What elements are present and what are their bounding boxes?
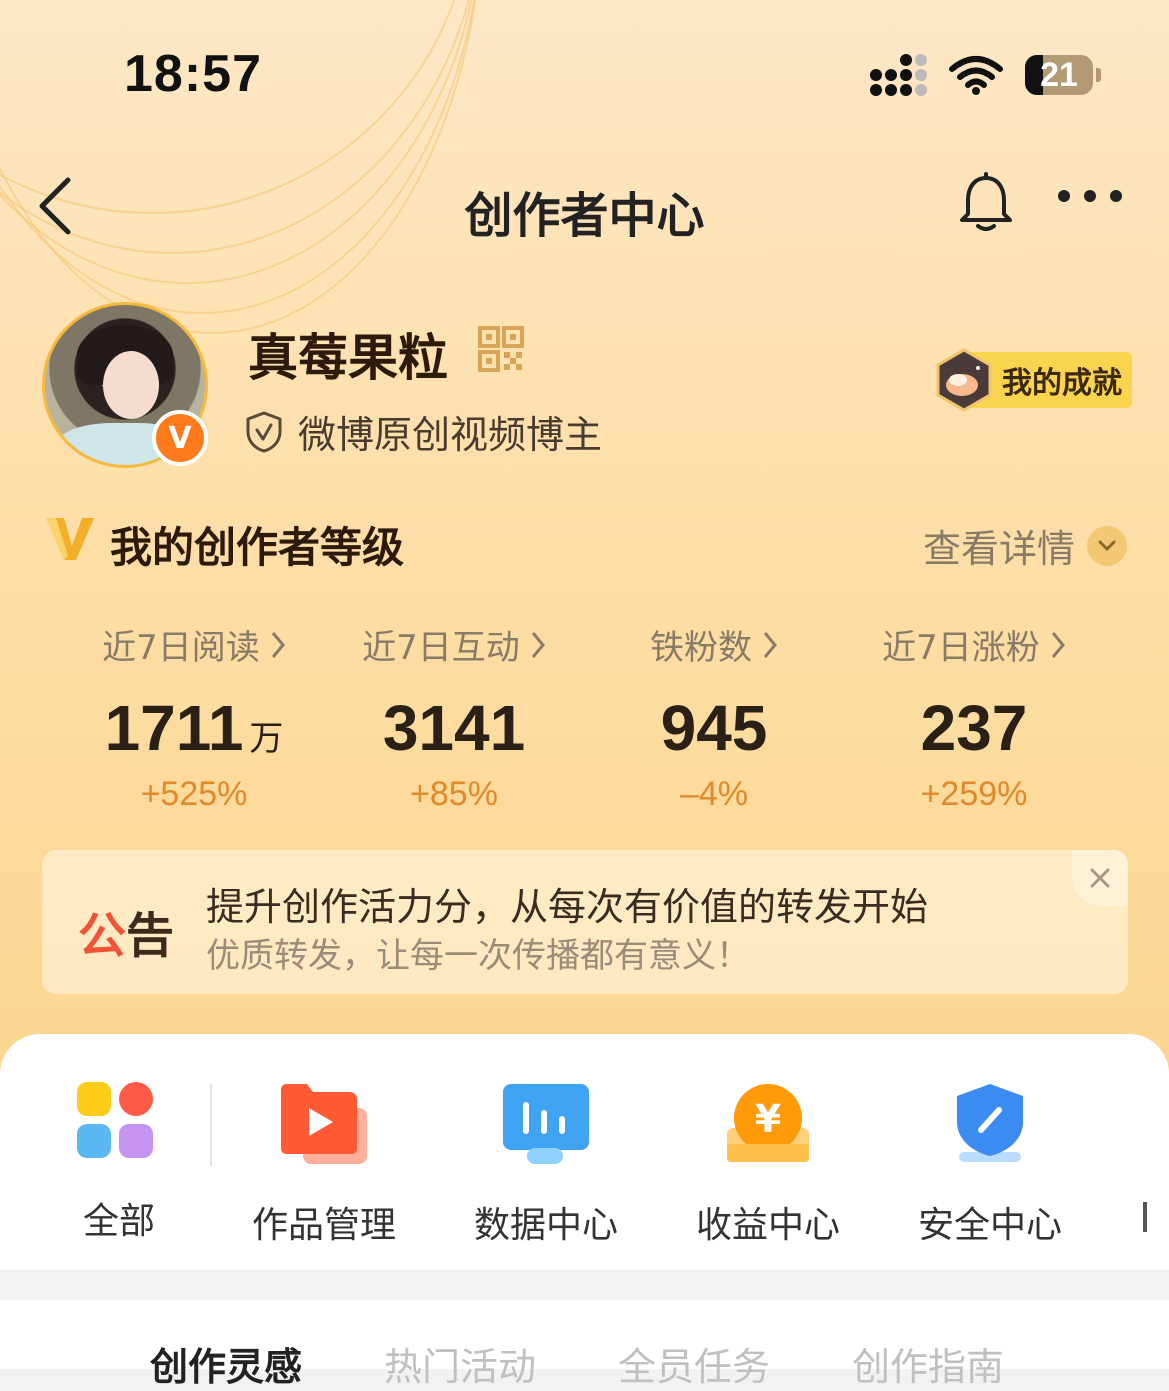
user-name: 真莓果粒 xyxy=(248,329,448,387)
battery-level: 21 xyxy=(1040,55,1078,94)
divider xyxy=(210,1084,212,1166)
creator-level-icon xyxy=(46,518,94,560)
app-label: 作品管理 xyxy=(251,1205,396,1246)
app-data-center[interactable]: 数据中心 xyxy=(471,1082,621,1248)
stat-change: +259% xyxy=(920,775,1028,813)
bell-icon[interactable] xyxy=(956,172,1016,234)
certification[interactable]: 微博原创视频博主 xyxy=(244,404,602,459)
stat-iron-fans[interactable]: 铁粉数 945 –4% xyxy=(584,620,844,814)
stat-value: 3141 xyxy=(382,692,526,764)
announcement-title: 提升创作活力分，从每次有价值的转发开始 xyxy=(206,885,929,929)
app-works-management[interactable]: 作品管理 xyxy=(249,1082,399,1248)
announcement-tag: 公告 xyxy=(78,908,175,964)
stat-value: 945 xyxy=(660,692,768,764)
signal-icon xyxy=(870,54,927,96)
app-all[interactable]: 全部 xyxy=(44,1082,194,1244)
next-item-edge xyxy=(1143,1202,1147,1232)
app-label: 收益中心 xyxy=(695,1205,840,1246)
announcement-banner[interactable]: 公告 提升创作活力分，从每次有价值的转发开始 优质转发，让每一次传播都有意义！ xyxy=(42,850,1128,994)
chevron-down-icon xyxy=(1087,525,1127,566)
app-revenue-center[interactable]: ¥ 收益中心 xyxy=(693,1082,843,1248)
stat-interactions[interactable]: 近7日互动 3141 +85% xyxy=(324,620,584,814)
stat-label: 铁粉数 xyxy=(650,628,752,668)
status-time: 18:57 xyxy=(124,45,262,103)
stats-row: 近7日阅读 1711 万 +525% 近7日互动 3141 +85% 铁粉数 94… xyxy=(64,620,1104,814)
app-label: 安全中心 xyxy=(917,1205,1062,1246)
revenue-center-icon: ¥ xyxy=(727,1084,809,1162)
more-icon[interactable] xyxy=(1058,190,1122,202)
chevron-right-icon xyxy=(763,631,777,658)
stat-change: +525% xyxy=(140,775,248,813)
stat-label: 近7日涨粉 xyxy=(882,628,1040,668)
stat-change: –4% xyxy=(679,775,749,813)
tab-creator-guide[interactable]: 创作指南 xyxy=(852,1336,1004,1391)
shield-check-icon xyxy=(246,411,282,452)
close-icon[interactable] xyxy=(1072,850,1128,906)
app-label: 数据中心 xyxy=(473,1205,618,1246)
verified-badge: V xyxy=(152,410,208,466)
stat-reads[interactable]: 近7日阅读 1711 万 +525% xyxy=(64,620,324,814)
stat-value: 237 xyxy=(920,692,1028,764)
all-apps-icon xyxy=(77,1082,161,1166)
status-icons: 21 xyxy=(870,50,1101,100)
works-management-icon xyxy=(281,1084,367,1164)
chevron-right-icon xyxy=(1051,631,1065,658)
creator-level-title: 我的创作者等级 xyxy=(110,523,405,572)
chevron-right-icon xyxy=(531,631,545,658)
stat-label: 近7日互动 xyxy=(362,628,520,668)
data-center-icon xyxy=(503,1084,589,1164)
tab-hot-events[interactable]: 热门活动 xyxy=(384,1336,536,1391)
stat-unit: 万 xyxy=(249,720,284,758)
view-details-link[interactable]: 查看详情 xyxy=(923,518,1127,573)
chevron-right-icon xyxy=(271,631,285,658)
achievement-button[interactable]: 我的成就 xyxy=(932,348,1132,412)
tab-all-tasks[interactable]: 全员任务 xyxy=(618,1336,770,1391)
battery-icon: 21 xyxy=(1025,55,1101,95)
app-label: 全部 xyxy=(82,1201,155,1242)
view-details-label: 查看详情 xyxy=(922,527,1075,571)
svg-text:¥: ¥ xyxy=(755,1097,781,1141)
content-tabs: 创作灵感 热门活动 全员任务 创作指南 xyxy=(0,1300,1169,1389)
announcement-subtitle: 优质转发，让每一次传播都有意义！ xyxy=(206,936,750,976)
stat-new-fans[interactable]: 近7日涨粉 237 +259% xyxy=(844,620,1104,814)
app-security-center[interactable]: 安全中心 xyxy=(915,1082,1065,1248)
tab-creative-inspiration[interactable]: 创作灵感 xyxy=(150,1336,302,1391)
stat-value: 1711 xyxy=(104,692,244,764)
stat-label: 近7日阅读 xyxy=(102,628,260,668)
certification-label: 微博原创视频博主 xyxy=(298,413,603,457)
security-center-icon xyxy=(957,1084,1023,1162)
qr-code-icon[interactable] xyxy=(478,326,524,372)
stat-change: +85% xyxy=(410,775,498,813)
tools-panel: 全部 作品管理 数据中心 ¥ 收益中心 安全中心 xyxy=(0,1034,1169,1270)
wifi-icon xyxy=(949,56,1003,95)
achievement-icon xyxy=(936,348,992,412)
